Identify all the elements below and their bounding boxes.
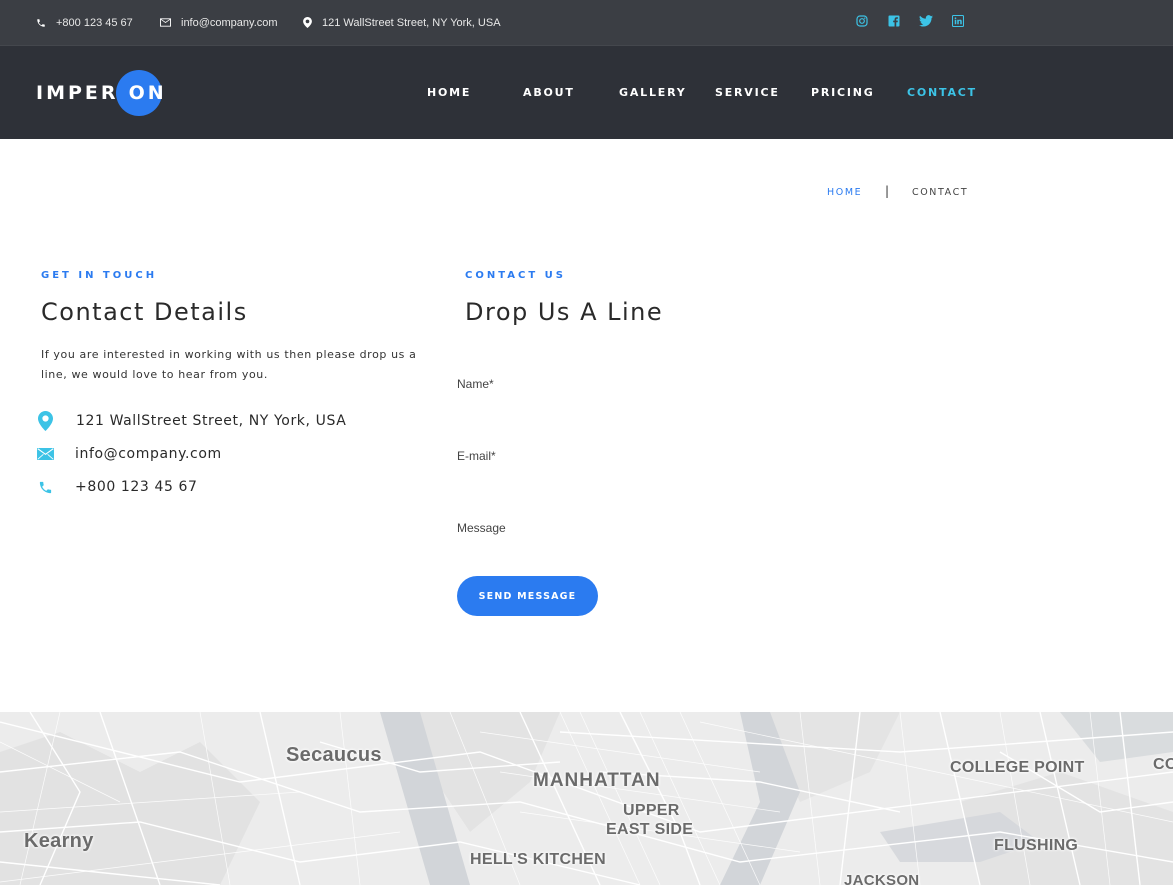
map-pin-icon	[303, 17, 312, 28]
details-title: Contact Details	[41, 298, 248, 326]
twitter-icon[interactable]	[918, 13, 934, 29]
details-email: info@company.com	[75, 446, 222, 462]
linkedin-icon[interactable]	[950, 13, 966, 29]
phone-icon	[36, 480, 54, 495]
nav-gallery[interactable]: GALLERY	[619, 86, 687, 99]
nav-about[interactable]: ABOUT	[523, 86, 575, 99]
nav-service[interactable]: SERVICE	[715, 86, 780, 99]
details-email-row[interactable]: info@company.com	[36, 446, 222, 462]
form-eyebrow: CONTACT US	[465, 270, 566, 281]
breadcrumb-home[interactable]: HOME	[827, 187, 862, 198]
message-input[interactable]	[457, 537, 1097, 567]
topbar-phone-text: +800 123 45 67	[56, 16, 133, 29]
details-address-row: 121 WallStreet Street, NY York, USA	[36, 411, 346, 431]
name-input[interactable]	[457, 393, 1097, 419]
main-header: IMPERI ON HOME ABOUT GALLERY SERVICE PRIC…	[0, 45, 1173, 139]
mail-icon	[160, 18, 171, 27]
map-label-flushing: FLUSHING	[994, 837, 1079, 854]
map-label-kearny: Kearny	[24, 830, 94, 852]
email-label: E-mail*	[457, 449, 496, 463]
map-label-manhattan: MANHATTAN	[533, 770, 661, 791]
breadcrumb-separator: |	[885, 184, 890, 198]
details-phone: +800 123 45 67	[75, 479, 198, 495]
logo-text-prefix: IMPERI	[36, 82, 129, 104]
logo-text-suffix: ON	[128, 82, 167, 104]
nav-home[interactable]: HOME	[427, 86, 471, 99]
email-input[interactable]	[457, 465, 1097, 491]
details-eyebrow: GET IN TOUCH	[41, 270, 158, 281]
nav-contact[interactable]: CONTACT	[907, 86, 977, 99]
topbar-email-text: info@company.com	[181, 16, 278, 29]
map-label-east-side: EAST SIDE	[606, 821, 694, 838]
details-phone-row[interactable]: +800 123 45 67	[36, 479, 198, 495]
send-message-button[interactable]: SEND MESSAGE	[457, 576, 598, 616]
map-label-college-point: COLLEGE POINT	[950, 759, 1085, 776]
map-label-co: CO	[1153, 756, 1173, 773]
map-label-upper: UPPER	[623, 802, 680, 819]
mail-icon	[36, 448, 54, 460]
map-label-secaucus: Secaucus	[286, 744, 382, 766]
nav-pricing[interactable]: PRICING	[811, 86, 875, 99]
topbar-phone[interactable]: +800 123 45 67	[36, 0, 133, 45]
topbar-address-text: 121 WallStreet Street, NY York, USA	[322, 16, 501, 29]
name-label: Name*	[457, 377, 494, 391]
details-address: 121 WallStreet Street, NY York, USA	[76, 413, 347, 429]
location-map[interactable]: Secaucus MANHATTAN UPPER EAST SIDE COLLE…	[0, 712, 1173, 885]
map-label-jackson: JACKSON	[844, 872, 920, 885]
logo[interactable]: IMPERI ON	[36, 70, 167, 116]
map-pin-icon	[36, 411, 54, 431]
top-info-bar: +800 123 45 67 info@company.com 121 Wall…	[0, 0, 1173, 45]
details-intro: If you are interested in working with us…	[41, 348, 417, 381]
topbar-address: 121 WallStreet Street, NY York, USA	[303, 0, 501, 45]
facebook-icon[interactable]	[886, 13, 902, 29]
breadcrumb-current: CONTACT	[912, 187, 969, 198]
topbar-email[interactable]: info@company.com	[160, 0, 278, 45]
message-label: Message	[457, 521, 506, 535]
instagram-icon[interactable]	[854, 13, 870, 29]
form-title: Drop Us A Line	[465, 298, 664, 326]
phone-icon	[37, 18, 45, 27]
map-label-hells-kitchen: HELL'S KITCHEN	[470, 851, 607, 868]
